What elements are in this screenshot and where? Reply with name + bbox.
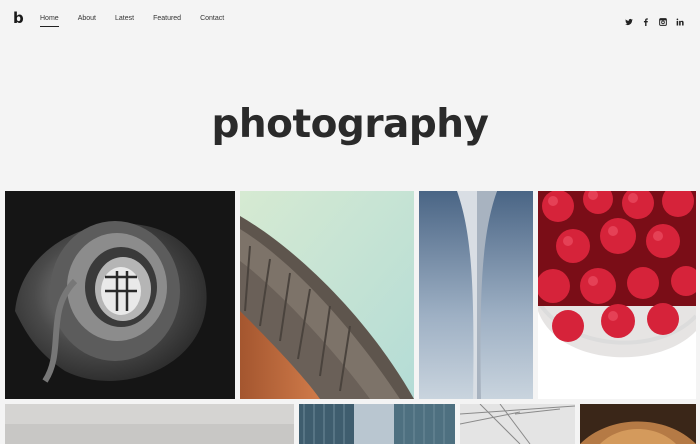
gallery-tile-spire[interactable] xyxy=(419,191,533,399)
glass-towers-photo xyxy=(299,404,455,444)
spiral-staircase-photo xyxy=(5,191,235,399)
curved-roof-photo xyxy=(240,191,414,399)
page-title: photography xyxy=(211,102,489,148)
twitter-icon[interactable] xyxy=(625,13,633,26)
raspberries-bowl-photo xyxy=(538,191,696,399)
top-navigation: b Home About Latest Featured Contact xyxy=(0,0,700,38)
nav-item-latest[interactable]: Latest xyxy=(115,15,134,22)
nav-item-home[interactable]: Home xyxy=(40,15,59,27)
social-links xyxy=(625,13,684,26)
wire-structure-photo xyxy=(460,404,575,444)
nav-item-contact[interactable]: Contact xyxy=(200,15,224,22)
wooden-arch-photo xyxy=(580,404,696,444)
gallery-tile-wires[interactable] xyxy=(460,404,575,444)
gallery-tile-fog[interactable] xyxy=(5,404,294,444)
gallery-tile-spiral[interactable] xyxy=(5,191,235,399)
tall-spire-photo xyxy=(419,191,533,399)
gallery-tile-towers[interactable] xyxy=(299,404,455,444)
gallery-tile-roof[interactable] xyxy=(240,191,414,399)
gallery-tile-raspberries[interactable] xyxy=(538,191,696,399)
main-menu: Home About Latest Featured Contact xyxy=(40,15,243,27)
gallery-tile-arch[interactable] xyxy=(580,404,696,444)
linkedin-icon[interactable] xyxy=(676,13,684,26)
foggy-sky-photo xyxy=(5,404,294,444)
nav-item-featured[interactable]: Featured xyxy=(153,15,181,22)
nav-item-about[interactable]: About xyxy=(78,15,96,22)
site-logo[interactable]: b xyxy=(13,9,24,27)
facebook-icon[interactable] xyxy=(642,13,650,26)
instagram-icon[interactable] xyxy=(659,13,667,26)
